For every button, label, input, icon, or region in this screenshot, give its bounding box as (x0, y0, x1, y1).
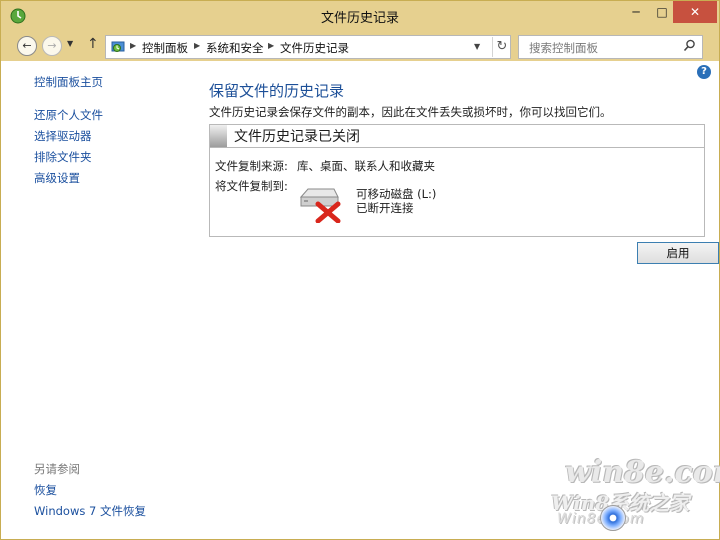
file-history-window: 文件历史记录 ─ □ ✕ ← → ▼ ↑ ▶ 控制面板 ▶ 系统和安全 ▶ 文件… (0, 0, 720, 540)
advanced-settings-link[interactable]: 高级设置 (34, 170, 80, 186)
content-area: ? 控制面板主页 还原个人文件 选择驱动器 排除文件夹 高级设置 另请参阅 恢复… (1, 61, 720, 539)
exclude-folders-link[interactable]: 排除文件夹 (34, 149, 92, 165)
search-placeholder[interactable]: 搜索控制面板 (529, 40, 598, 56)
page-description: 文件历史记录会保存文件的副本，因此在文件丢失或损坏时，你可以找回它们。 (209, 105, 612, 119)
watermark-line-1: win8e.com (565, 455, 720, 490)
page-title: 保留文件的历史记录 (209, 82, 345, 100)
windows7-file-recovery-link[interactable]: Windows 7 文件恢复 (34, 503, 146, 519)
search-box[interactable]: 搜索控制面板 (518, 35, 703, 59)
enable-button[interactable]: 启用 (637, 242, 719, 264)
see-also-heading: 另请参阅 (34, 462, 80, 476)
control-panel-home-link[interactable]: 控制面板主页 (34, 74, 103, 90)
up-button[interactable]: ↑ (87, 36, 99, 52)
status-header: 文件历史记录已关闭 (210, 125, 704, 148)
restore-personal-files-link[interactable]: 还原个人文件 (34, 107, 103, 123)
copy-source-label: 文件复制来源: (215, 159, 288, 173)
breadcrumb-system-security[interactable]: 系统和安全 (206, 40, 264, 56)
maximize-button[interactable]: □ (649, 1, 675, 23)
navigation-bar: ← → ▼ ↑ ▶ 控制面板 ▶ 系统和安全 ▶ 文件历史记录 ▼ ↻ 搜索控制… (1, 31, 719, 61)
site-watermark: win8e.com Win8系统之家 Win8e.com (551, 453, 720, 533)
breadcrumb-separator-icon[interactable]: ▶ (268, 41, 274, 50)
copy-destination-label: 将文件复制到: (215, 179, 288, 193)
address-bar[interactable]: ▶ 控制面板 ▶ 系统和安全 ▶ 文件历史记录 ▼ ↻ (105, 35, 511, 59)
search-icon[interactable] (683, 39, 696, 52)
recovery-link[interactable]: 恢复 (34, 482, 57, 498)
breadcrumb-file-history[interactable]: 文件历史记录 (280, 40, 349, 56)
close-button[interactable]: ✕ (673, 1, 717, 23)
window-title: 文件历史记录 (320, 11, 399, 26)
destination-drive-status: 已断开连接 (356, 201, 414, 215)
title-bar[interactable]: 文件历史记录 ─ □ ✕ (1, 1, 719, 31)
minimize-button[interactable]: ─ (623, 1, 649, 23)
recent-locations-dropdown-icon[interactable]: ▼ (67, 39, 73, 48)
status-indicator-bar (210, 125, 227, 147)
watermark-disc-logo-icon (600, 505, 626, 531)
refresh-button[interactable]: ↻ (492, 37, 511, 57)
back-button[interactable]: ← (17, 36, 37, 56)
address-history-dropdown-icon[interactable]: ▼ (474, 42, 480, 51)
removable-drive-disconnected-icon (299, 188, 341, 223)
help-icon[interactable]: ? (697, 65, 711, 79)
breadcrumb-separator-icon[interactable]: ▶ (194, 41, 200, 50)
copy-source-value: 库、桌面、联系人和收藏夹 (297, 159, 435, 173)
status-panel: 文件历史记录已关闭 文件复制来源: 库、桌面、联系人和收藏夹 将文件复制到: 可… (209, 124, 705, 237)
breadcrumb-control-panel[interactable]: 控制面板 (142, 40, 188, 56)
control-panel-icon (111, 41, 125, 52)
status-title: 文件历史记录已关闭 (234, 129, 360, 145)
select-drive-link[interactable]: 选择驱动器 (34, 128, 92, 144)
breadcrumb-separator-icon[interactable]: ▶ (130, 41, 136, 50)
forward-button[interactable]: → (42, 36, 62, 56)
